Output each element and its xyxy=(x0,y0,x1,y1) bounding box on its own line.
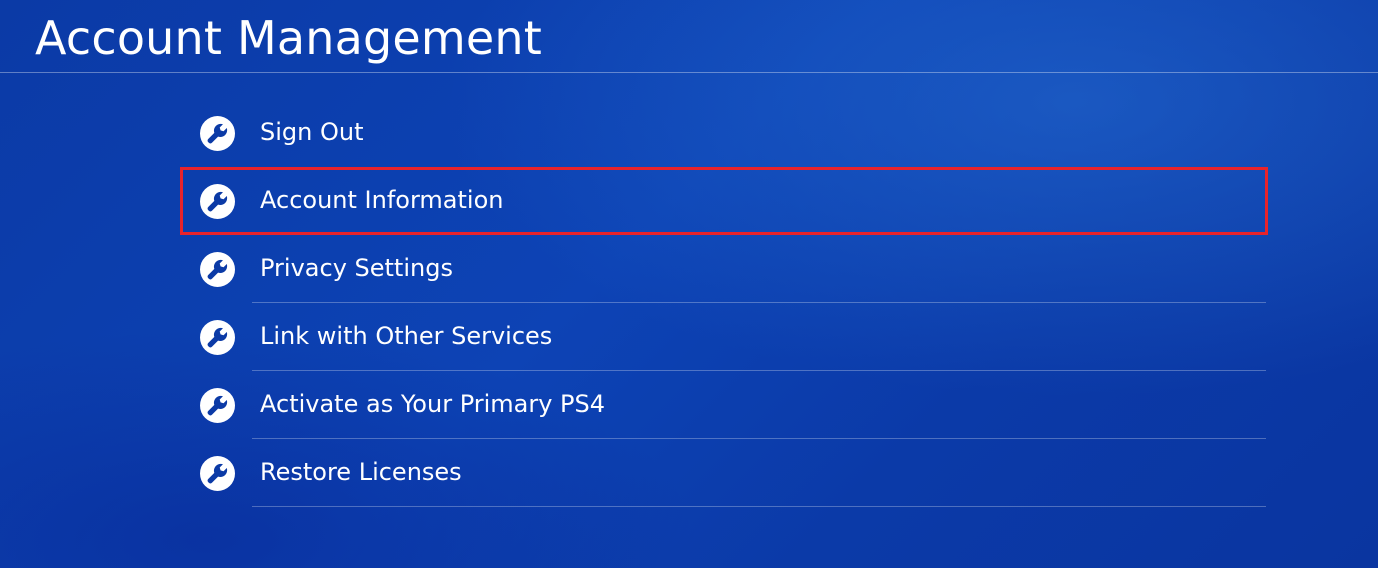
header-divider xyxy=(0,72,1378,73)
menu-item-label: Privacy Settings xyxy=(260,254,453,282)
wrench-icon xyxy=(200,320,235,355)
menu-item-label: Sign Out xyxy=(260,118,364,146)
wrench-icon xyxy=(200,388,235,423)
settings-menu: Sign Out Account Information Privacy Set… xyxy=(180,99,1268,507)
menu-item-privacy-settings[interactable]: Privacy Settings xyxy=(182,235,1268,303)
page-title: Account Management xyxy=(35,11,542,65)
menu-item-restore-licenses[interactable]: Restore Licenses xyxy=(182,439,1268,507)
menu-item-label: Restore Licenses xyxy=(260,458,462,486)
menu-item-sign-out[interactable]: Sign Out xyxy=(182,99,1268,167)
menu-item-activate-primary-ps4[interactable]: Activate as Your Primary PS4 xyxy=(182,371,1268,439)
wrench-icon xyxy=(200,252,235,287)
wrench-icon xyxy=(200,456,235,491)
wrench-icon xyxy=(200,184,235,219)
menu-item-label: Link with Other Services xyxy=(260,322,553,350)
menu-item-label: Activate as Your Primary PS4 xyxy=(260,390,606,418)
menu-item-link-with-other-services[interactable]: Link with Other Services xyxy=(182,303,1268,371)
menu-item-label: Account Information xyxy=(260,186,504,214)
wrench-icon xyxy=(200,116,235,151)
menu-item-account-information[interactable]: Account Information xyxy=(180,167,1268,235)
